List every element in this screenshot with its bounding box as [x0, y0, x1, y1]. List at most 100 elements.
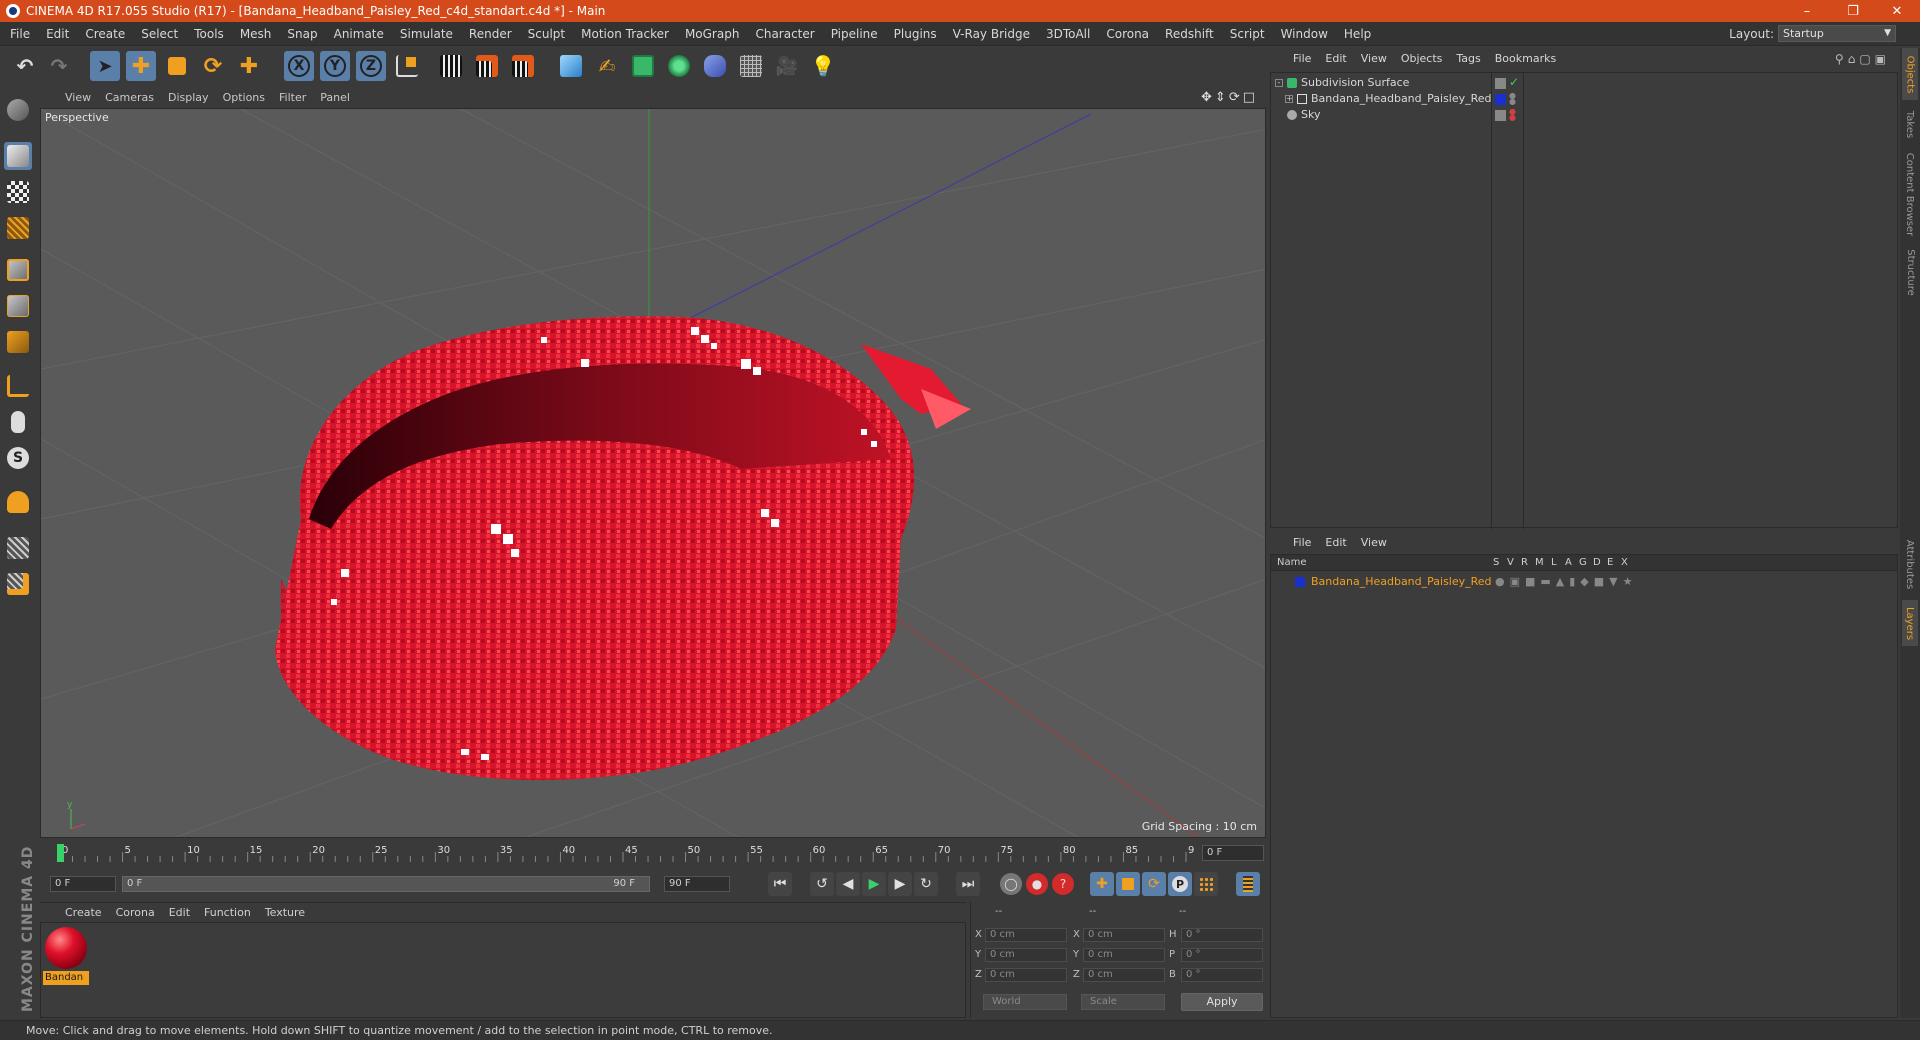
- viewport-nav-icons[interactable]: ✥⇕⟳□: [1201, 90, 1258, 105]
- material-item[interactable]: Bandan: [41, 923, 91, 987]
- menu-character[interactable]: Character: [747, 22, 822, 46]
- close-button[interactable]: ✕: [1874, 0, 1920, 22]
- menu-simulate[interactable]: Simulate: [392, 22, 461, 46]
- lm-menu-file[interactable]: File: [1286, 532, 1318, 554]
- undo-button[interactable]: ↶: [10, 51, 40, 81]
- magnet-button[interactable]: [4, 488, 32, 516]
- snap-button[interactable]: S: [4, 444, 32, 472]
- viewport-menu-panel[interactable]: Panel: [313, 88, 357, 108]
- points-mode-button[interactable]: [4, 256, 32, 284]
- keyframe-selection-button[interactable]: ◯: [1000, 873, 1022, 895]
- tab-structure[interactable]: Structure: [1902, 244, 1918, 300]
- coord-system-button[interactable]: [392, 51, 422, 81]
- coord-size-x-field[interactable]: 0 cm: [1083, 928, 1165, 942]
- menu-mesh[interactable]: Mesh: [232, 22, 280, 46]
- om-nav-icons[interactable]: ⚲⌂▢▣: [1835, 52, 1890, 66]
- timeline-ruler[interactable]: 051015202530354045505560657075808590 0 F: [40, 842, 1266, 866]
- minimize-button[interactable]: –: [1784, 0, 1830, 22]
- key-pla-button[interactable]: [1194, 872, 1218, 896]
- move-tool-button[interactable]: ✚: [126, 51, 156, 81]
- viewport-menu-view[interactable]: View: [58, 88, 98, 108]
- menu-vray-bridge[interactable]: V-Ray Bridge: [945, 22, 1038, 46]
- frame-range-slider[interactable]: 0 F 90 F: [122, 876, 650, 892]
- prev-frame-button[interactable]: ◀: [836, 872, 860, 896]
- tab-takes[interactable]: Takes: [1902, 104, 1918, 144]
- om-menu-view[interactable]: View: [1354, 48, 1394, 70]
- subdivision-button[interactable]: [628, 51, 658, 81]
- layer-color-icon[interactable]: [1495, 94, 1506, 105]
- menu-render[interactable]: Render: [461, 22, 520, 46]
- coord-size-mode-dropdown[interactable]: Scale: [1081, 994, 1165, 1010]
- expand-icon[interactable]: +: [1285, 95, 1293, 103]
- om-menu-tags[interactable]: Tags: [1449, 48, 1487, 70]
- camera-button[interactable]: 🎥: [772, 51, 802, 81]
- prev-key-button[interactable]: ↺: [810, 872, 834, 896]
- menu-plugins[interactable]: Plugins: [886, 22, 945, 46]
- make-editable-button[interactable]: [4, 96, 32, 124]
- menu-help[interactable]: Help: [1336, 22, 1379, 46]
- menu-sculpt[interactable]: Sculpt: [520, 22, 573, 46]
- layer-color-swatch[interactable]: [1295, 577, 1305, 587]
- texture-mode-button[interactable]: [4, 178, 32, 206]
- material-menu-texture[interactable]: Texture: [258, 903, 312, 923]
- om-menu-edit[interactable]: Edit: [1318, 48, 1353, 70]
- rotate-tool-button[interactable]: ⟳: [198, 51, 228, 81]
- scale-tool-button[interactable]: [162, 51, 192, 81]
- menu-redshift[interactable]: Redshift: [1157, 22, 1222, 46]
- render-view-button[interactable]: [436, 51, 466, 81]
- tab-layers[interactable]: Layers: [1902, 600, 1918, 646]
- layout-dropdown[interactable]: Startup ▼: [1778, 25, 1896, 42]
- y-axis-button[interactable]: Y: [320, 51, 350, 81]
- light-button[interactable]: 💡: [808, 51, 838, 81]
- playhead-marker[interactable]: [57, 844, 64, 862]
- om-menu-bookmarks[interactable]: Bookmarks: [1488, 48, 1563, 70]
- key-param-button[interactable]: P: [1168, 872, 1192, 896]
- editor-visibility-icon[interactable]: [1495, 78, 1506, 89]
- cloner-button[interactable]: [664, 51, 694, 81]
- timeline-window-button[interactable]: [1236, 872, 1260, 896]
- menu-motion-tracker[interactable]: Motion Tracker: [573, 22, 677, 46]
- apply-button[interactable]: Apply: [1181, 993, 1263, 1011]
- polygons-mode-button[interactable]: [4, 328, 32, 356]
- menu-pipeline[interactable]: Pipeline: [823, 22, 886, 46]
- coord-pos-x-field[interactable]: 0 cm: [985, 928, 1067, 942]
- render-picture-viewer-button[interactable]: [472, 51, 502, 81]
- material-menu-create[interactable]: Create: [58, 903, 109, 923]
- key-position-button[interactable]: ✚: [1090, 872, 1114, 896]
- menu-tools[interactable]: Tools: [186, 22, 232, 46]
- coord-rot-h-field[interactable]: 0 °: [1181, 928, 1263, 942]
- key-scale-button[interactable]: [1116, 872, 1140, 896]
- menu-snap[interactable]: Snap: [279, 22, 325, 46]
- coord-pos-z-field[interactable]: 0 cm: [985, 968, 1067, 982]
- goto-end-button[interactable]: ⏭: [956, 872, 980, 896]
- editor-visibility-icon[interactable]: [1495, 110, 1506, 121]
- viewport-menu-filter[interactable]: Filter: [272, 88, 313, 108]
- menu-window[interactable]: Window: [1273, 22, 1336, 46]
- live-select-button[interactable]: ✚: [234, 51, 264, 81]
- select-tool-button[interactable]: ➤: [90, 51, 120, 81]
- cube-button[interactable]: [556, 51, 586, 81]
- coord-pos-y-field[interactable]: 0 cm: [985, 948, 1067, 962]
- om-menu-file[interactable]: File: [1286, 48, 1318, 70]
- menu-create[interactable]: Create: [77, 22, 133, 46]
- model-mode-button[interactable]: [4, 142, 32, 170]
- z-axis-button[interactable]: Z: [356, 51, 386, 81]
- axis-mode-button[interactable]: [4, 372, 32, 400]
- material-menu-corona[interactable]: Corona: [109, 903, 162, 923]
- floor-button[interactable]: [736, 51, 766, 81]
- lm-menu-view[interactable]: View: [1354, 532, 1394, 554]
- coord-mode-dropdown[interactable]: World: [983, 994, 1067, 1010]
- layer-toggle-icons[interactable]: ●▣■▬▲▮◆■▼★: [1495, 575, 1637, 588]
- tab-content-browser[interactable]: Content Browser: [1902, 148, 1918, 240]
- tab-attributes[interactable]: Attributes: [1902, 532, 1918, 596]
- om-menu-objects[interactable]: Objects: [1394, 48, 1450, 70]
- viewport-menu-display[interactable]: Display: [161, 88, 216, 108]
- tweak-mode-button[interactable]: [4, 408, 32, 436]
- menu-animate[interactable]: Animate: [326, 22, 392, 46]
- material-menu-function[interactable]: Function: [197, 903, 258, 923]
- start-frame-field[interactable]: 0 F: [50, 876, 116, 892]
- viewport-menu-cameras[interactable]: Cameras: [98, 88, 161, 108]
- x-axis-button[interactable]: X: [284, 51, 314, 81]
- coord-size-y-field[interactable]: 0 cm: [1083, 948, 1165, 962]
- menu-mograph[interactable]: MoGraph: [677, 22, 748, 46]
